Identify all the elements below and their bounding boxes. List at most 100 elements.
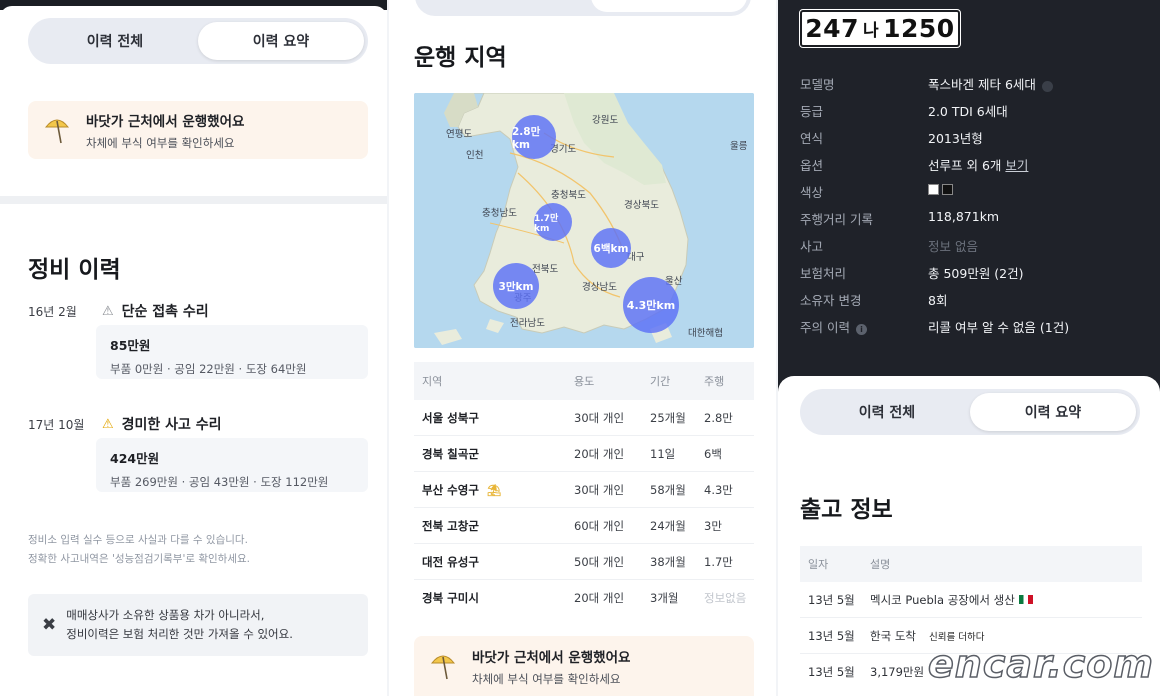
warning-icon: ⚠ xyxy=(102,303,114,319)
cell-mileage: 1.7만 xyxy=(704,554,733,569)
cell-period: 25개월 xyxy=(650,410,686,425)
region-table: 지역 용도 기간 주행 서울 성북구 30대 개인 25개월 2.8만 경북 칠… xyxy=(414,362,754,616)
spec-key: 소유자 변경 xyxy=(800,293,862,308)
cell-usage: 60대 개인 xyxy=(574,518,625,533)
plate-part: 나 xyxy=(862,21,880,41)
repair-amount: 424만원 xyxy=(110,451,160,466)
map-label: 경상북도 xyxy=(624,200,659,211)
cell-usage: 20대 개인 xyxy=(574,446,625,461)
coast-notice: 바닷가 근처에서 운행했어요 차체에 부식 여부를 확인하세요 xyxy=(414,636,754,696)
umbrella-icon xyxy=(44,115,70,145)
table-row: 부산 수영구 ⛱ 30대 개인 58개월 4.3만 xyxy=(414,472,754,508)
spec-value xyxy=(928,182,956,197)
header-cell: 용도 xyxy=(574,375,595,388)
cell-mileage: 6백 xyxy=(704,446,722,461)
cell-region: 부산 수영구 ⛱ xyxy=(414,482,574,498)
cell-period: 24개월 xyxy=(650,518,686,533)
notice-subtitle: 차체에 부식 여부를 확인하세요 xyxy=(472,671,621,686)
cell-mileage: 3만 xyxy=(704,518,722,533)
repair-cost-box: 424만원 부품 269만원 · 공임 43만원 · 도장 112만원 xyxy=(96,438,368,492)
tab-summary[interactable]: 이력 요약 xyxy=(970,393,1136,431)
repair-cost-box: 85만원 부품 0만원 · 공임 22만원 · 도장 64만원 xyxy=(96,325,368,379)
map-label: 전라남도 xyxy=(510,318,545,329)
repair-detail: 부품 269만원 · 공임 43만원 · 도장 112만원 xyxy=(110,475,329,489)
spec-key: 옵션 xyxy=(800,158,824,173)
spec-value: 총 509만원 (2건) xyxy=(928,266,1024,281)
cell-region-text: 부산 수영구 xyxy=(422,482,479,497)
spec-value: 선루프 외 6개 보기 xyxy=(928,155,1028,174)
repair-title: ⚠ 경미한 사고 수리 xyxy=(102,414,222,434)
dealer-note-line: 매매상사가 소유한 상품용 차가 아니라서, xyxy=(66,608,265,622)
table-row: 경북 구미시 20대 개인 3개월 정보없음 xyxy=(414,580,754,616)
repair-title: ⚠ 단순 접촉 수리 xyxy=(102,301,209,321)
disclaimer-line: 정비소 입력 실수 등으로 사실과 다를 수 있습니다. xyxy=(28,534,248,546)
mileage-bubble[interactable]: 3만km xyxy=(493,263,539,309)
spec-key: 보험처리 xyxy=(800,266,847,281)
cell-usage: 50대 개인 xyxy=(574,554,625,569)
map-label: 인천 xyxy=(466,150,484,161)
cell-region: 경북 구미시 xyxy=(422,591,479,605)
repair-date: 16년 2월 xyxy=(28,305,77,319)
disclaimer: 정비소 입력 실수 등으로 사실과 다를 수 있습니다. 정확한 사고내역은 '… xyxy=(28,531,250,569)
history-tab-switch: 이력 전체 이력 요약 xyxy=(800,389,1140,435)
cell-period: 11일 xyxy=(650,446,676,461)
spec-key: 연식 xyxy=(800,131,824,146)
cell-region: 경북 칠곡군 xyxy=(422,446,479,461)
mileage-bubble[interactable]: 6백km xyxy=(591,228,631,268)
cell-mileage: 2.8만 xyxy=(704,410,733,425)
table-header: 지역 용도 기간 주행 xyxy=(414,362,754,400)
map-label: 연평도 xyxy=(446,129,473,140)
region-map[interactable]: 연평도 인천 강원도 경기도 울릉 충청북도 충청남도 경상북도 전북도 대구 … xyxy=(414,93,754,348)
mileage-bubble[interactable]: 2.8만km xyxy=(512,115,556,159)
map-label: 대한해협 xyxy=(688,328,723,339)
wrench-icon: ✖ xyxy=(42,615,57,635)
release-info-title: 출고 정보 xyxy=(800,497,893,523)
table-header: 일자 설명 xyxy=(800,546,1142,582)
notice-subtitle: 차체에 부식 여부를 확인하세요 xyxy=(86,135,235,150)
cell-region: 전북 고창군 xyxy=(422,518,479,533)
mexico-flag-icon xyxy=(1018,594,1033,604)
mileage-bubble[interactable]: 1.7만km xyxy=(534,203,572,241)
notice-title: 바닷가 근처에서 운행했어요 xyxy=(472,649,631,666)
repair-date: 17년 10월 xyxy=(28,418,85,432)
tab-full-history[interactable]: 이력 전체 xyxy=(32,22,198,60)
color-swatch-white xyxy=(928,184,939,195)
cell-region: 대전 유성구 xyxy=(422,554,479,569)
info-icon[interactable]: i xyxy=(855,324,867,335)
tab-full-history[interactable]: 이력 전체 xyxy=(804,393,970,431)
warning-icon: ⚠ xyxy=(102,416,114,432)
umbrella-icon: ⛱ xyxy=(486,482,502,497)
repair-title-text: 단순 접촉 수리 xyxy=(121,304,209,320)
disclaimer-line: 정확한 사고내역은 '성능점검기록부'로 확인하세요. xyxy=(28,553,250,565)
coast-notice: 바닷가 근처에서 운행했어요 차체에 부식 여부를 확인하세요 xyxy=(28,101,368,159)
cell-date: 13년 5월 xyxy=(808,592,855,607)
notice-title: 바닷가 근처에서 운행했어요 xyxy=(86,113,245,130)
header-cell: 기간 xyxy=(650,375,671,388)
history-tab-switch: 이력 전체 이력 요약 xyxy=(28,18,368,64)
maintenance-title: 정비 이력 xyxy=(28,257,121,283)
spec-key: 주의 이력 i xyxy=(800,317,867,336)
spec-key: 등급 xyxy=(800,104,824,119)
repair-amount: 85만원 xyxy=(110,338,151,353)
cell-period: 38개월 xyxy=(650,554,686,569)
mileage-bubble[interactable]: 4.3만km xyxy=(623,277,679,333)
cell-period: 3개월 xyxy=(650,591,679,605)
region-title: 운행 지역 xyxy=(414,45,507,71)
vehicle-info-panel: 247 나 1250 모델명 폭스바겐 제타 6세대 i 등급 2.0 TDI 6… xyxy=(778,0,1160,696)
encar-watermark-logo: encar.com xyxy=(927,641,1154,687)
spec-key-text: 주의 이력 xyxy=(800,320,850,335)
cell-description: 멕시코 Puebla 공장에서 생산 xyxy=(870,592,1142,608)
cell-date: 13년 5월 xyxy=(808,665,855,679)
dealer-note-line: 정비이력은 보험 처리한 것만 가져올 수 있어요. xyxy=(66,627,293,641)
spec-value: 2013년형 xyxy=(928,131,983,146)
info-icon[interactable]: i xyxy=(1041,81,1053,92)
header-cell: 지역 xyxy=(422,375,443,388)
tab-summary[interactable]: 이력 요약 xyxy=(198,22,364,60)
options-view-link[interactable]: 보기 xyxy=(1005,158,1028,173)
header-cell: 주행 xyxy=(704,375,725,388)
cell-usage: 30대 개인 xyxy=(574,482,625,497)
table-row: 13년 5월 멕시코 Puebla 공장에서 생산 xyxy=(800,582,1142,618)
license-plate: 247 나 1250 xyxy=(799,9,961,48)
repair-title-text: 경미한 사고 수리 xyxy=(121,417,222,433)
spec-key: 사고 xyxy=(800,239,824,254)
